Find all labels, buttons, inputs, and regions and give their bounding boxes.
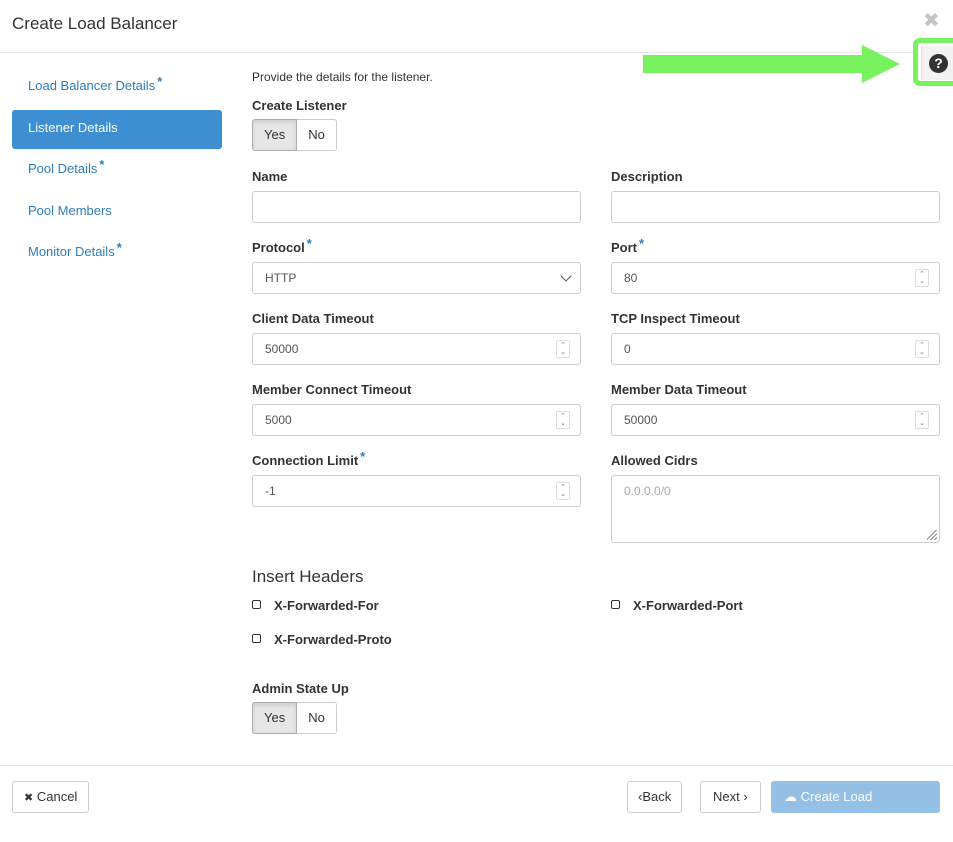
- insert-headers-title: Insert Headers: [252, 567, 364, 586]
- close-icon: ✖: [24, 792, 34, 804]
- connection-limit-input[interactable]: -1 ⌃ ⌄: [252, 475, 581, 507]
- annotation-arrow-head: [862, 45, 900, 83]
- connection-limit-label-text: Connection Limit: [252, 453, 359, 468]
- x-forwarded-for-checkbox[interactable]: [252, 600, 261, 609]
- allowed-cidrs-placeholder: 0.0.0.0/0: [624, 484, 671, 498]
- chevron-right-icon: ›: [743, 789, 748, 804]
- create-load-balancer-label: Create Load Balancer: [784, 789, 873, 834]
- sidebar-item-label: Pool Details: [28, 161, 98, 176]
- admin-state-no-button[interactable]: No: [297, 702, 337, 734]
- allowed-cidrs-textarea[interactable]: 0.0.0.0/0: [611, 475, 940, 543]
- required-marker: *: [360, 449, 366, 464]
- footer-divider: [0, 765, 953, 766]
- protocol-select[interactable]: HTTP: [252, 262, 581, 294]
- member-connect-timeout-value: 5000: [265, 413, 292, 427]
- required-marker: *: [639, 236, 645, 251]
- sidebar-item-label: Monitor Details: [28, 244, 115, 259]
- admin-state-up-toggle: Yes No: [252, 702, 337, 734]
- x-forwarded-proto-label[interactable]: X-Forwarded-Proto: [274, 632, 392, 647]
- annotation-arrow-shaft: [643, 55, 865, 73]
- member-connect-timeout-input[interactable]: 5000 ⌃ ⌄: [252, 404, 581, 436]
- create-listener-toggle: Yes No: [252, 119, 337, 151]
- sidebar-item-label: Pool Members: [28, 203, 112, 218]
- sidebar-item-pool-details[interactable]: Pool Details *: [12, 151, 222, 190]
- connection-limit-label: Connection Limit *: [252, 449, 365, 468]
- cancel-button[interactable]: ✖ Cancel: [12, 781, 90, 813]
- x-forwarded-for-label[interactable]: X-Forwarded-For: [274, 598, 379, 613]
- port-label: Port *: [611, 236, 644, 255]
- required-marker: *: [306, 236, 312, 251]
- tcp-inspect-timeout-input[interactable]: 0 ⌃ ⌄: [611, 333, 940, 365]
- description-input[interactable]: [611, 191, 940, 223]
- connection-limit-value: -1: [265, 484, 276, 498]
- number-spinner-icon[interactable]: ⌃ ⌄: [915, 340, 929, 358]
- number-spinner-icon[interactable]: ⌃ ⌄: [556, 482, 570, 500]
- required-marker: *: [99, 157, 105, 172]
- x-forwarded-port-checkbox[interactable]: [611, 600, 620, 609]
- sidebar-item-listener-details[interactable]: Listener Details: [12, 110, 222, 149]
- x-forwarded-port-label[interactable]: X-Forwarded-Port: [633, 598, 743, 613]
- cancel-button-label: Cancel: [36, 789, 78, 804]
- client-data-timeout-input[interactable]: 50000 ⌃ ⌄: [252, 333, 581, 365]
- allowed-cidrs-label: Allowed Cidrs: [611, 453, 698, 468]
- client-data-timeout-label: Client Data Timeout: [252, 311, 374, 326]
- close-icon[interactable]: ✖: [923, 10, 940, 32]
- tcp-inspect-timeout-value: 0: [624, 342, 631, 356]
- create-listener-no-button[interactable]: No: [297, 119, 337, 151]
- description-label: Description: [611, 169, 683, 184]
- protocol-label: Protocol *: [252, 236, 312, 255]
- chevron-down-icon: [560, 270, 572, 282]
- member-data-timeout-label: Member Data Timeout: [611, 382, 747, 397]
- resize-handle-icon[interactable]: [927, 530, 937, 540]
- sidebar-item-monitor-details[interactable]: Monitor Details *: [12, 234, 222, 273]
- modal-title: Create Load Balancer: [12, 14, 178, 33]
- name-label: Name: [252, 169, 288, 184]
- protocol-label-text: Protocol: [252, 240, 305, 255]
- sidebar-item-pool-members[interactable]: Pool Members: [12, 193, 222, 232]
- next-button[interactable]: Next ›: [700, 781, 761, 813]
- admin-state-up-label: Admin State Up: [252, 681, 349, 696]
- name-input[interactable]: [252, 191, 581, 223]
- admin-state-yes-button[interactable]: Yes: [252, 702, 298, 734]
- sidebar-item-label: Load Balancer Details: [28, 78, 156, 93]
- next-button-label: Next: [713, 789, 740, 804]
- step-description: Provide the details for the listener.: [252, 70, 433, 84]
- create-load-balancer-button[interactable]: ☁ Create Load Balancer: [771, 781, 940, 834]
- sidebar-item-label: Listener Details: [28, 120, 118, 135]
- sidebar-item-load-balancer-details[interactable]: Load Balancer Details *: [12, 68, 222, 107]
- member-data-timeout-input[interactable]: 50000 ⌃ ⌄: [611, 404, 940, 436]
- number-spinner-icon[interactable]: ⌃ ⌄: [915, 269, 929, 287]
- create-listener-yes-button[interactable]: Yes: [252, 119, 298, 151]
- back-button[interactable]: ‹Back: [627, 781, 683, 813]
- tcp-inspect-timeout-label: TCP Inspect Timeout: [611, 311, 740, 326]
- port-input-value: 80: [624, 271, 638, 285]
- required-marker: *: [157, 74, 163, 89]
- client-data-timeout-value: 50000: [265, 342, 299, 356]
- member-connect-timeout-label: Member Connect Timeout: [252, 382, 412, 397]
- x-forwarded-proto-checkbox[interactable]: [252, 634, 261, 643]
- protocol-select-value: HTTP: [265, 271, 297, 285]
- header-divider: [0, 52, 953, 53]
- required-marker: *: [116, 240, 122, 255]
- number-spinner-icon[interactable]: ⌃ ⌄: [556, 340, 570, 358]
- port-input[interactable]: 80 ⌃ ⌄: [611, 262, 940, 294]
- member-data-timeout-value: 50000: [624, 413, 658, 427]
- back-button-label: Back: [642, 789, 672, 804]
- cloud-upload-icon: ☁: [784, 789, 797, 804]
- create-listener-label: Create Listener: [252, 98, 347, 113]
- port-label-text: Port: [611, 240, 637, 255]
- number-spinner-icon[interactable]: ⌃ ⌄: [915, 411, 929, 429]
- question-circle-icon[interactable]: ?: [929, 54, 948, 73]
- number-spinner-icon[interactable]: ⌃ ⌄: [556, 411, 570, 429]
